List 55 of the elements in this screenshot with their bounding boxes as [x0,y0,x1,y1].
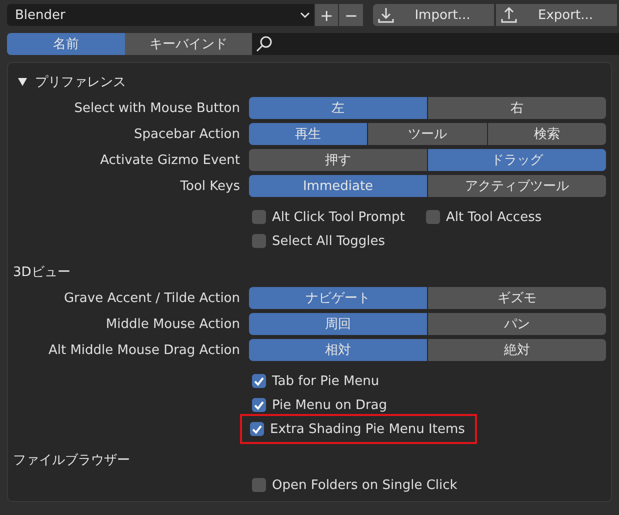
search-icon [255,35,273,53]
checkbox-label: Open Folders on Single Click [272,478,458,492]
section-title: ファイルブラウザー [13,452,130,469]
checkbox-label: Extra Shading Pie Menu Items [270,422,465,436]
upload-icon [500,6,518,24]
option-button[interactable]: Immediate [249,175,427,197]
check-icon [254,376,264,386]
expanded-triangle-icon[interactable] [18,78,27,86]
checkbox-label: Alt Click Tool Prompt [272,210,405,224]
option-button[interactable]: 絶対 [428,339,606,361]
remove-preset-button[interactable]: − [339,4,363,26]
option-button[interactable]: アクティブツール [428,175,606,197]
option-button[interactable]: ナビゲート [249,287,427,309]
checkbox-label: Tab for Pie Menu [272,374,380,388]
checkbox[interactable] [252,478,266,492]
import-button[interactable]: Import... [373,4,494,26]
option-button[interactable]: 周回 [249,313,427,335]
checkbox[interactable] [426,210,440,224]
checkbox[interactable] [250,422,264,436]
option-button[interactable]: 右 [428,97,606,119]
option-button[interactable]: ギズモ [428,287,606,309]
option-button[interactable]: 再生 [249,123,368,145]
option-button[interactable]: 左 [249,97,427,119]
section-title: 3Dビュー [13,264,70,281]
setting-label: Tool Keys [179,178,241,194]
checkbox[interactable] [252,210,266,224]
export-button[interactable]: Export... [496,4,617,26]
filter-tab[interactable]: 名前 [7,33,125,55]
option-button[interactable]: 押す [249,149,427,171]
setting-label: Activate Gizmo Event [99,152,241,168]
download-icon [377,6,395,24]
setting-label: Alt Middle Mouse Drag Action [47,342,241,358]
section-title: プリファレンス [35,74,126,91]
preset-dropdown[interactable]: Blender [7,4,314,26]
checkbox[interactable] [252,374,266,388]
option-button[interactable]: ツール [368,123,487,145]
check-icon [252,424,262,434]
setting-label: Spacebar Action [132,126,241,142]
option-button[interactable]: 検索 [488,123,606,145]
setting-label: Middle Mouse Action [104,316,241,332]
search-field[interactable] [252,33,619,55]
setting-label: Grave Accent / Tilde Action [62,290,241,306]
setting-label: Select with Mouse Button [73,100,241,116]
checkbox[interactable] [252,234,266,248]
chevron-down-icon [300,11,310,19]
option-button[interactable]: 相対 [249,339,427,361]
checkbox-label: Alt Tool Access [446,210,542,224]
checkbox-label: Pie Menu on Drag [272,398,388,412]
checkbox-label: Select All Toggles [272,234,386,248]
option-button[interactable]: ドラッグ [428,149,606,171]
checkbox[interactable] [252,398,266,412]
filter-tab[interactable]: キーバインド [125,33,252,55]
option-button[interactable]: パン [428,313,606,335]
add-preset-button[interactable]: + [314,4,338,26]
check-icon [254,400,264,410]
